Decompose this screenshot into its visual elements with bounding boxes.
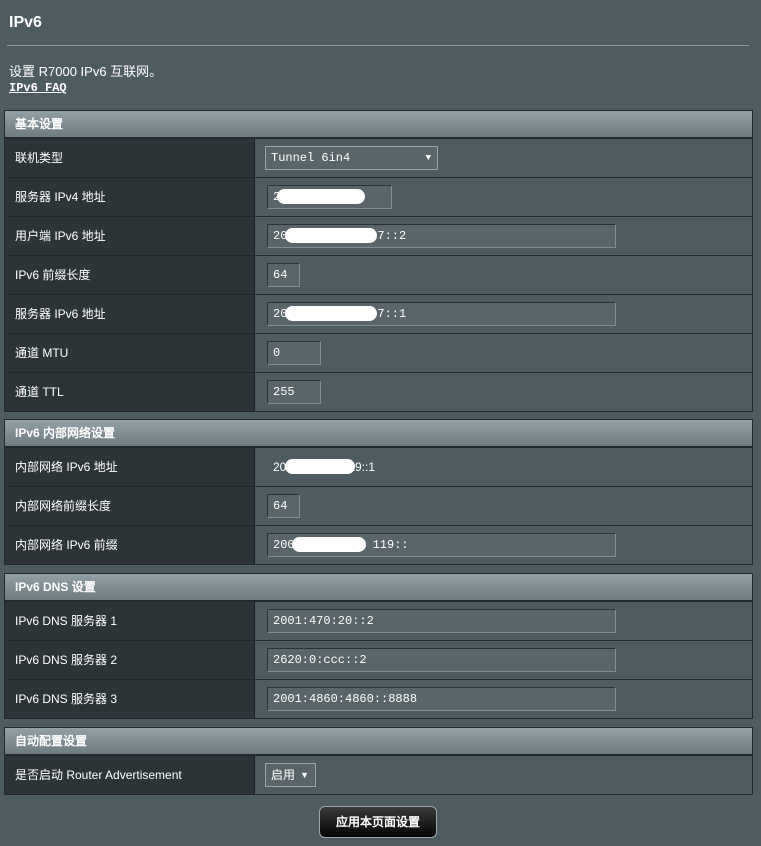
lan-prefix-length-input[interactable]: 64	[267, 494, 300, 518]
lan-ipv6-prefix-row: 内部网络 IPv6 前缀 200 119::	[5, 525, 752, 564]
dns3-row: IPv6 DNS 服务器 3 2001:4860:4860::8888	[5, 679, 752, 718]
dns-settings-header: IPv6 DNS 设置	[5, 574, 752, 601]
tunnel-ttl-label: 通道 TTL	[5, 373, 255, 411]
server-ipv6-row: 服务器 IPv6 地址 20 7::1	[5, 294, 752, 333]
ipv6-prefix-length-label: IPv6 前缀长度	[5, 256, 255, 294]
dns3-input[interactable]: 2001:4860:4860::8888	[267, 687, 616, 711]
lan-ipv6-prefix-label: 内部网络 IPv6 前缀	[5, 526, 255, 564]
chevron-down-icon: ▼	[300, 770, 309, 780]
dns2-label: IPv6 DNS 服务器 2	[5, 641, 255, 679]
lan-ipv6-address-label: 内部网络 IPv6 地址	[5, 448, 255, 486]
dns-settings-section: IPv6 DNS 设置 IPv6 DNS 服务器 1 2001:470:20::…	[4, 573, 753, 719]
connection-type-label: 联机类型	[5, 139, 255, 177]
chevron-down-icon: ▼	[425, 153, 431, 163]
lan-settings-section: IPv6 内部网络设置 内部网络 IPv6 地址 20 19::1 内部网络前缀长…	[4, 419, 753, 565]
dns2-input[interactable]: 2620:0:ccc::2	[267, 648, 616, 672]
ipv6-prefix-length-value: 64	[273, 268, 288, 282]
dns1-input[interactable]: 2001:470:20::2	[267, 609, 616, 633]
autoconf-section: 自动配置设置 是否启动 Router Advertisement 启用 ▼	[4, 727, 753, 795]
basic-settings-header: 基本设置	[5, 111, 752, 138]
ipv6-prefix-length-input[interactable]: 64	[267, 263, 300, 287]
redaction-mask	[292, 537, 366, 552]
lan-prefix-length-label: 内部网络前缀长度	[5, 487, 255, 525]
client-ipv6-row: 用户端 IPv6 地址 20 7::2	[5, 216, 752, 255]
router-advertisement-row: 是否启动 Router Advertisement 启用 ▼	[5, 755, 752, 794]
tunnel-mtu-row: 通道 MTU 0	[5, 333, 752, 372]
redaction-mask	[285, 306, 377, 321]
lan-prefix-length-row: 内部网络前缀长度 64	[5, 486, 752, 525]
title-divider	[7, 45, 749, 46]
lan-prefix-length-value: 64	[273, 499, 288, 513]
ipv6-settings-page: IPv6 设置 R7000 IPv6 互联网。 IPv6 FAQ 基本设置 联机…	[0, 0, 761, 846]
lan-ipv6-prefix-tail: 119::	[372, 538, 409, 552]
autoconf-header: 自动配置设置	[5, 728, 752, 755]
page-title: IPv6	[9, 14, 42, 31]
redaction-mask	[277, 189, 365, 204]
router-advertisement-value: 启用	[271, 768, 296, 782]
dns3-label: IPv6 DNS 服务器 3	[5, 680, 255, 718]
connection-type-value: Tunnel 6in4	[271, 151, 351, 165]
page-description: 设置 R7000 IPv6 互联网。	[9, 64, 163, 79]
dns1-label: IPv6 DNS 服务器 1	[5, 602, 255, 640]
connection-type-select[interactable]: Tunnel 6in4 ▼	[265, 146, 438, 170]
dns1-value: 2001:470:20::2	[273, 614, 374, 628]
redaction-mask	[285, 459, 355, 474]
dns2-value: 2620:0:ccc::2	[273, 653, 367, 667]
dns2-row: IPv6 DNS 服务器 2 2620:0:ccc::2	[5, 640, 752, 679]
lan-settings-header: IPv6 内部网络设置	[5, 420, 752, 447]
tunnel-ttl-row: 通道 TTL 255	[5, 372, 752, 411]
apply-button[interactable]: 应用本页面设置	[319, 806, 437, 838]
server-ipv4-label: 服务器 IPv4 地址	[5, 178, 255, 216]
server-ipv6-label: 服务器 IPv6 地址	[5, 295, 255, 333]
tunnel-mtu-value: 0	[273, 346, 281, 360]
router-advertisement-select[interactable]: 启用 ▼	[265, 763, 316, 787]
connection-type-row: 联机类型 Tunnel 6in4 ▼	[5, 138, 752, 177]
tunnel-mtu-input[interactable]: 0	[267, 341, 321, 365]
client-ipv6-suffix: 7::2	[377, 229, 407, 243]
client-ipv6-label: 用户端 IPv6 地址	[5, 217, 255, 255]
ipv6-faq-link[interactable]: IPv6 FAQ	[9, 81, 67, 95]
dns3-value: 2001:4860:4860::8888	[273, 692, 418, 706]
tunnel-mtu-label: 通道 MTU	[5, 334, 255, 372]
server-ipv4-row: 服务器 IPv4 地址 2	[5, 177, 752, 216]
dns1-row: IPv6 DNS 服务器 1 2001:470:20::2	[5, 601, 752, 640]
redaction-mask	[285, 228, 377, 243]
basic-settings-section: 基本设置 联机类型 Tunnel 6in4 ▼ 服务器 IPv4 地址 2 用户…	[4, 110, 753, 412]
tunnel-ttl-input[interactable]: 255	[267, 380, 321, 404]
lan-ipv6-address-row: 内部网络 IPv6 地址 20 19::1	[5, 447, 752, 486]
router-advertisement-label: 是否启动 Router Advertisement	[5, 756, 255, 794]
ipv6-prefix-length-row: IPv6 前缀长度 64	[5, 255, 752, 294]
tunnel-ttl-value: 255	[273, 385, 295, 399]
server-ipv6-suffix: 7::1	[377, 307, 407, 321]
